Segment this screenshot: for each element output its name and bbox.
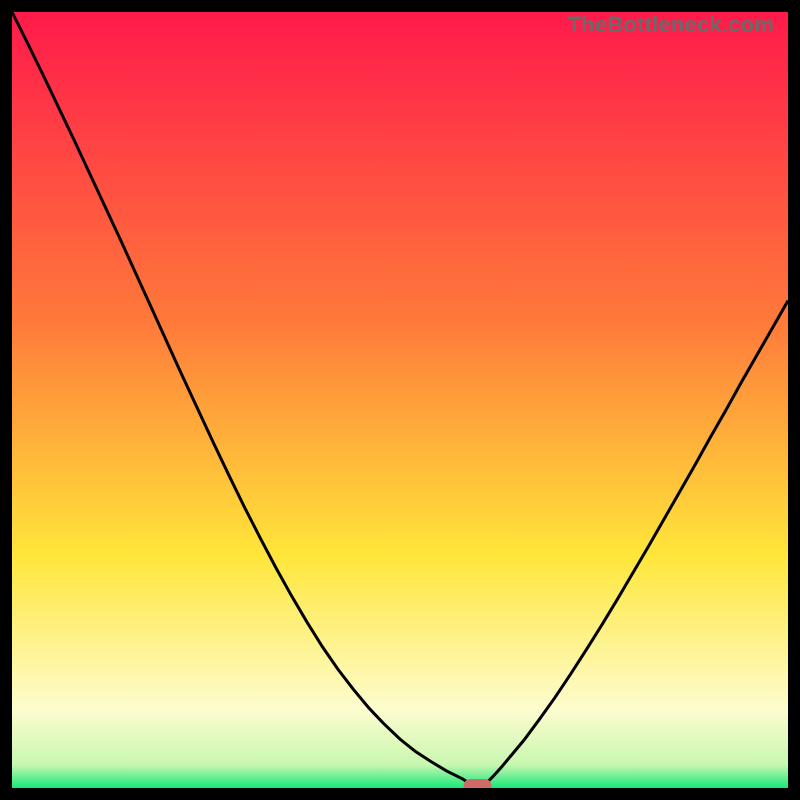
gradient-background (12, 12, 788, 788)
optimal-point-marker (464, 779, 492, 788)
bottleneck-chart (12, 12, 788, 788)
chart-frame: TheBottleneck.com (12, 12, 788, 788)
watermark-text: TheBottleneck.com (568, 12, 774, 38)
